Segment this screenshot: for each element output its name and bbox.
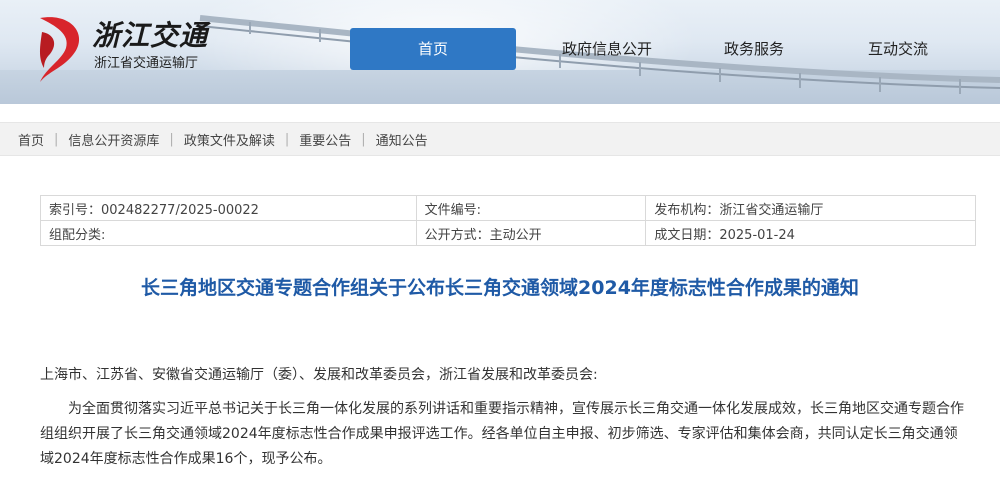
site-header: 浙江交通 浙江省交通运输厅 首页 政府信息公开 政务服务 互动交流 xyxy=(0,0,1000,104)
table-row: 组配分类: 公开方式：主动公开 成文日期：2025-01-24 xyxy=(40,220,976,246)
article-title: 长三角地区交通专题合作组关于公布长三角交通领域2024年度标志性合作成果的通知 xyxy=(141,277,859,299)
breadcrumb-separator: | xyxy=(284,131,290,147)
breadcrumb-info-library[interactable]: 信息公开资源库 xyxy=(68,130,159,149)
nav-services[interactable]: 政务服务 xyxy=(694,28,814,70)
nav-interaction[interactable]: 互动交流 xyxy=(838,28,958,70)
document-info-table: 索引号：002482277/2025-00022 文件编号: 发布机构：浙江省交… xyxy=(40,195,976,246)
publisher: 发布机构：浙江省交通运输厅 xyxy=(645,195,976,221)
logo-mark-icon[interactable] xyxy=(32,12,92,84)
breadcrumb-policy-docs[interactable]: 政策文件及解读 xyxy=(184,130,275,149)
breadcrumb-home[interactable]: 首页 xyxy=(18,130,44,149)
nav-gov-info[interactable]: 政府信息公开 xyxy=(532,28,682,70)
breadcrumb: 首页 | 信息公开资源库 | 政策文件及解读 | 重要公告 | 通知公告 xyxy=(0,122,1000,156)
disclosure-method: 公开方式：主动公开 xyxy=(415,220,647,246)
breadcrumb-notices[interactable]: 通知公告 xyxy=(376,130,428,149)
breadcrumb-separator: | xyxy=(361,131,366,147)
breadcrumb-separator: | xyxy=(54,131,59,147)
article-paragraph: 为全面贯彻落实习近平总书记关于长三角一体化发展的系列讲话和重要指示精神，宣传展示… xyxy=(40,401,964,467)
main-nav: 首页 政府信息公开 政务服务 互动交流 xyxy=(350,28,958,70)
document-date: 成文日期：2025-01-24 xyxy=(645,220,976,246)
nav-home[interactable]: 首页 xyxy=(350,28,516,70)
logo-name[interactable]: 浙江交通 xyxy=(92,14,208,54)
table-row: 索引号：002482277/2025-00022 文件编号: 发布机构：浙江省交… xyxy=(40,195,976,221)
index-number: 索引号：002482277/2025-00022 xyxy=(40,195,417,221)
category: 组配分类: xyxy=(40,220,417,246)
breadcrumb-separator: | xyxy=(169,131,174,147)
document-number: 文件编号: xyxy=(415,195,647,221)
breadcrumb-important[interactable]: 重要公告 xyxy=(299,130,351,149)
article-salutation: 上海市、江苏省、安徽省交通运输厅（委）、发展和改革委员会，浙江省发展和改革委员会… xyxy=(40,367,598,383)
logo-subtitle: 浙江省交通运输厅 xyxy=(94,56,199,71)
